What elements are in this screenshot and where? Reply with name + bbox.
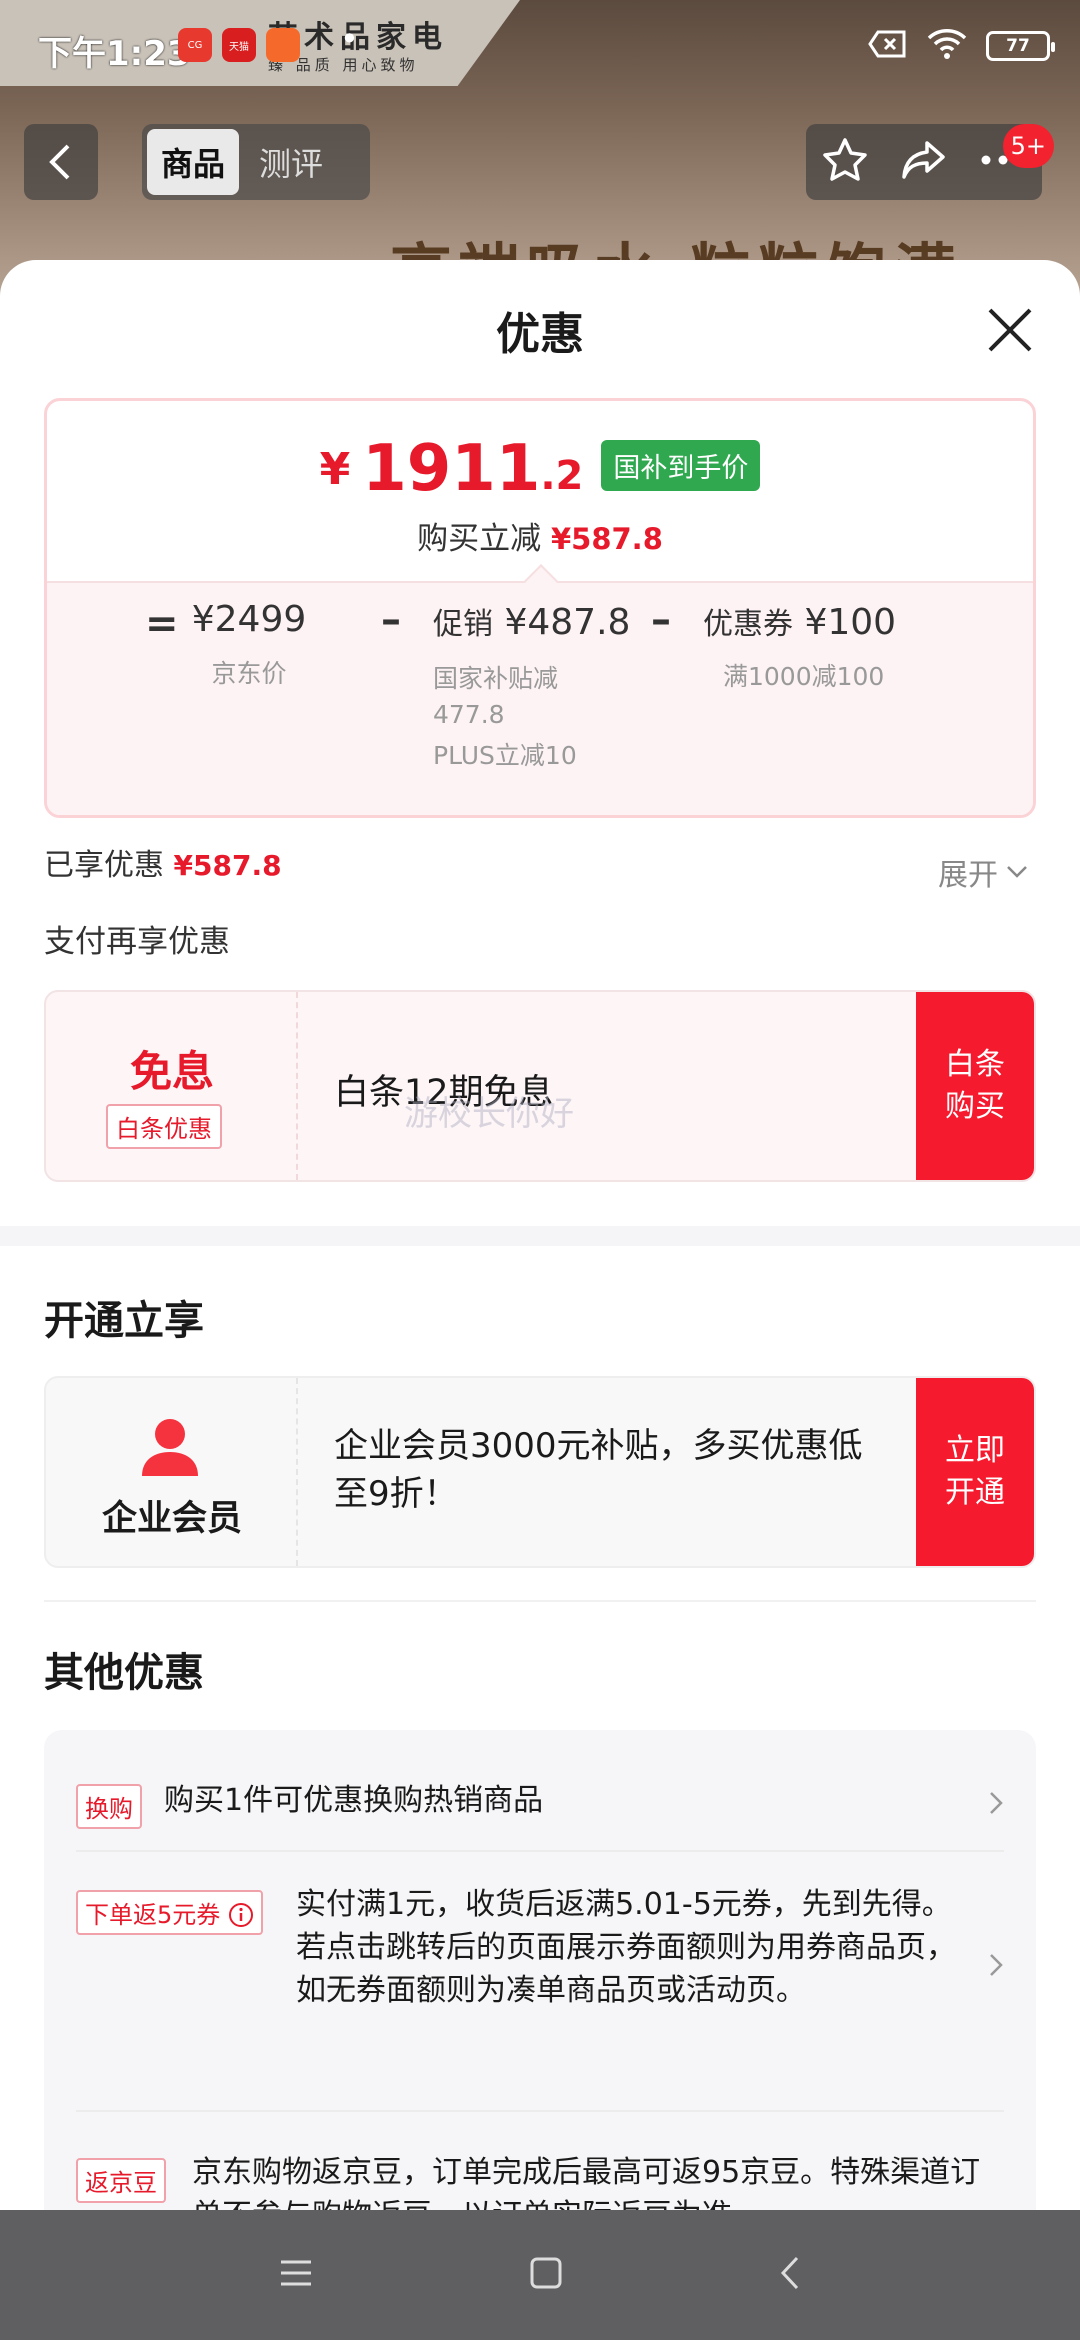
person-icon	[142, 1419, 198, 1476]
promo-captions: 国家补贴减 477.8 PLUS立减10	[433, 661, 630, 774]
chevron-right-icon	[990, 1792, 1003, 1814]
baitiao-tag: 白条优惠	[106, 1104, 222, 1149]
tab-review[interactable]: 测评	[245, 129, 337, 195]
back-arrow-icon	[49, 144, 70, 180]
member-label: 企业会员	[101, 1499, 242, 1539]
coupon-label: 优惠券	[703, 607, 793, 642]
status-indicators: 77	[868, 28, 1055, 64]
member-badge-area: 企业会员	[46, 1378, 298, 1566]
enjoyed-label: 已享优惠	[44, 848, 164, 883]
app-icon-3	[266, 28, 300, 62]
open-section-title: 开通立享	[44, 1298, 204, 1344]
section-divider-thin	[44, 1600, 1036, 1602]
price-integer: 1911	[362, 432, 541, 506]
tab-product[interactable]: 商品	[147, 129, 240, 195]
favorite-button[interactable]	[820, 135, 870, 189]
promo-line: 促销 ¥487.8	[433, 599, 630, 643]
open-now-button[interactable]: 立即开通	[916, 1378, 1034, 1566]
offer-row-coupon-return[interactable]: 下单返5元券 实付满1元，收货后返满5.01-5元券，先到先得。若点击跳转后的页…	[76, 1870, 1004, 2090]
watermark: 游校长你好	[404, 1094, 574, 1134]
section-divider	[0, 1226, 1080, 1246]
final-price-area: ¥ 1911 .2 国补到手价 购买立减 ¥587.8	[47, 401, 1033, 583]
info-icon	[228, 1903, 253, 1927]
promo-caption-subsidy: 国家补贴减	[433, 664, 559, 693]
subsidy-price-tag: 国补到手价	[601, 440, 761, 491]
instant-discount-label: 购买立减	[417, 521, 542, 557]
baitiao-badge-area: 免息 白条优惠	[46, 992, 298, 1180]
final-price-line: ¥ 1911 .2 国补到手价	[47, 437, 1033, 501]
member-description: 企业会员3000元补贴，多买优惠低至9折！	[334, 1426, 863, 1515]
promo-block: 促销 ¥487.8 国家补贴减 477.8 PLUS立减10	[433, 599, 630, 774]
promo-label: 促销	[433, 607, 493, 642]
home-button[interactable]	[529, 2256, 563, 2294]
chevron-down-icon	[1007, 866, 1027, 878]
notification-icons: CG 天猫	[178, 28, 300, 62]
pay-more-label: 支付再享优惠	[44, 924, 230, 960]
share-button[interactable]	[899, 135, 949, 189]
battery-indicator: 77	[986, 31, 1055, 61]
expand-button[interactable]: 展开	[938, 850, 1028, 894]
sim-off-icon	[868, 29, 908, 63]
coupon-caption: 满1000减100	[723, 662, 885, 691]
star-icon	[823, 138, 868, 181]
message-count-badge: 5+	[1002, 124, 1054, 168]
close-button[interactable]	[982, 302, 1038, 358]
system-back-button[interactable]	[778, 2255, 802, 2295]
base-price-value: ¥2499	[191, 599, 307, 640]
sheet-title: 优惠	[496, 309, 584, 360]
open-now-label: 立即开通	[945, 1433, 1005, 1510]
instant-discount: 购买立减 ¥587.8	[47, 513, 1033, 558]
enterprise-member-card: 企业会员 企业会员3000元补贴，多买优惠低至9折！ 立即开通	[44, 1376, 1036, 1568]
price-breakdown: = ¥2499 京东价 – 促销 ¥487.8 国家补贴减 477.8 PLUS…	[47, 581, 1033, 815]
minus-sign-1: –	[381, 597, 401, 643]
offer-separator	[76, 1850, 1004, 1852]
promo-caption-plus: PLUS立减10	[433, 741, 577, 770]
coupon-block: 优惠券 ¥100 满1000减100	[703, 599, 933, 693]
offer-tag-label: 下单返5元券	[85, 1901, 221, 1929]
back-chevron-icon	[781, 2256, 799, 2290]
menu-button[interactable]	[278, 2258, 314, 2292]
baitiao-buy-label: 白条购买	[945, 1047, 1005, 1124]
chevron-right-icon	[990, 1954, 1003, 1976]
enjoyed-discount: 已享优惠 ¥587.8	[44, 840, 282, 884]
offer-row-exchange[interactable]: 换购 购买1件可优惠换购热销商品	[76, 1752, 1004, 1852]
price-card: ¥ 1911 .2 国补到手价 购买立减 ¥587.8 = ¥2499 京东价 …	[44, 398, 1036, 818]
product-tabs: 商品 测评	[142, 124, 370, 200]
offer-text: 实付满1元，收货后返满5.01-5元券，先到先得。若点击跳转后的页面展示券面额则…	[296, 1887, 956, 2008]
status-time: 下午1:23	[38, 34, 191, 74]
baitiao-buy-button[interactable]: 白条购买	[916, 992, 1034, 1180]
price-currency: ¥	[319, 444, 351, 495]
interest-free-label: 免息	[129, 1047, 214, 1096]
more-notifications-icon: •	[340, 20, 359, 58]
wifi-icon	[926, 28, 968, 64]
enjoyed-value: ¥587.8	[173, 849, 282, 882]
system-nav-bar	[0, 2210, 1080, 2340]
promo-value: ¥487.8	[504, 602, 631, 643]
home-square-icon	[530, 2257, 562, 2289]
base-price-caption: 京东价	[211, 659, 287, 688]
expand-label: 展开	[938, 858, 998, 893]
other-offers-card: 换购 购买1件可优惠换购热销商品 下单返5元券 实付满1元，收货后返满5.01-…	[44, 1730, 1036, 2250]
base-price-block: ¥2499 京东价	[165, 599, 333, 690]
promo-caption-amount: 477.8	[433, 699, 505, 729]
coupon-line: 优惠券 ¥100	[703, 599, 933, 643]
offer-tag: 换购	[76, 1784, 142, 1829]
offer-tag: 下单返5元券	[76, 1890, 263, 1935]
close-icon	[988, 308, 1032, 352]
menu-icon	[280, 2260, 311, 2286]
offer-separator	[76, 2110, 1004, 2112]
offer-text: 购买1件可优惠换购热销商品	[164, 1783, 544, 1818]
minus-sign-2: –	[651, 597, 671, 643]
share-icon	[902, 141, 945, 179]
back-button[interactable]	[24, 124, 98, 200]
app-icon-2: 天猫	[222, 28, 256, 62]
offer-tag: 返京豆	[76, 2158, 166, 2203]
coupon-value: ¥100	[804, 602, 897, 643]
price-decimal: .2	[540, 453, 584, 499]
app-icon-1: CG	[178, 28, 212, 62]
instant-discount-value: ¥587.8	[550, 522, 663, 556]
other-section-title: 其他优惠	[44, 1650, 204, 1696]
discount-sheet: 优惠 ¥ 1911 .2 国补到手价 购买立减 ¥587.8 = ¥2499 京…	[0, 260, 1080, 2250]
